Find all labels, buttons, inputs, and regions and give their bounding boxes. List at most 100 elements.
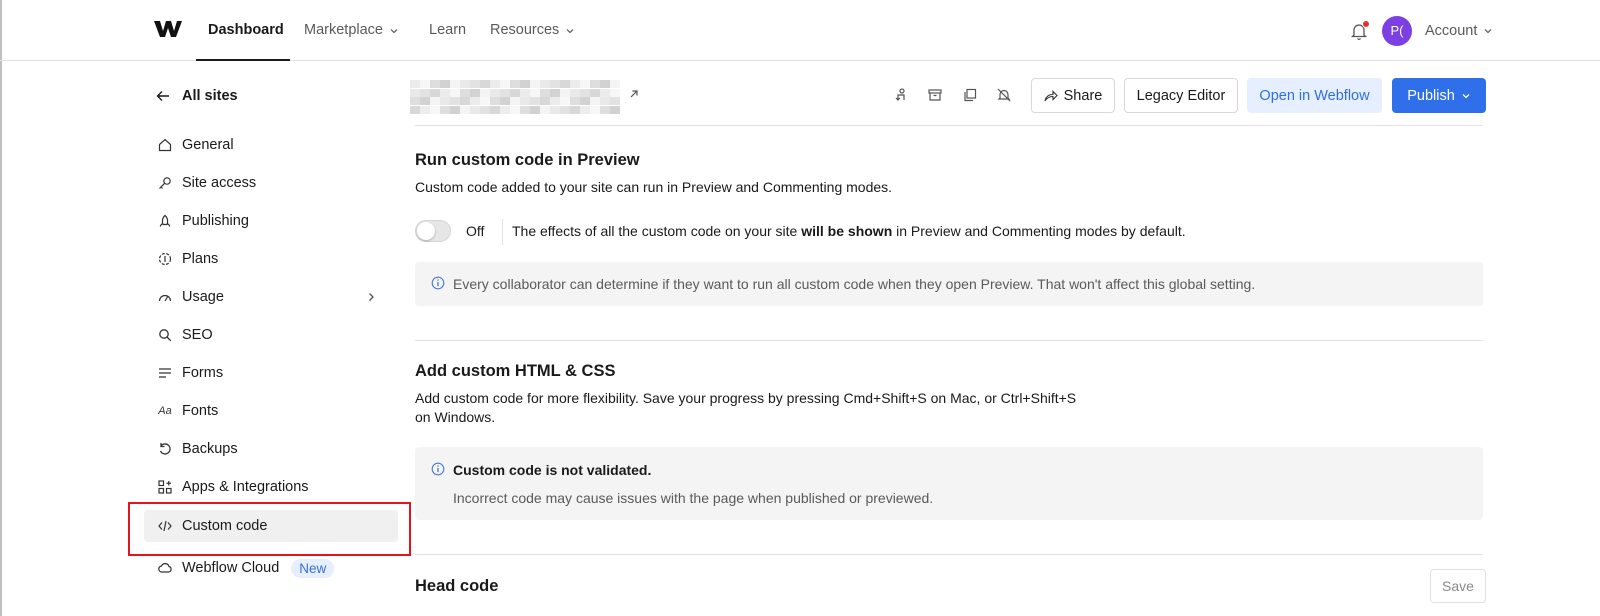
mosaic-pixel [420, 80, 430, 88]
mosaic-pixel [460, 97, 470, 105]
mosaic-pixel [430, 97, 440, 105]
sidebar-item-fonts[interactable]: Aa Fonts [144, 395, 398, 427]
share-arrow-icon [1044, 89, 1058, 101]
new-badge: New [291, 558, 335, 578]
bell-off-icon[interactable] [996, 87, 1012, 103]
mosaic-pixel [500, 80, 510, 88]
mosaic-pixel [540, 80, 550, 88]
head-code-save-button[interactable]: Save [1430, 569, 1486, 603]
sidebar-item-label: General [182, 137, 234, 153]
mosaic-pixel [480, 80, 490, 88]
account-menu[interactable]: Account [1425, 0, 1493, 61]
mosaic-pixel [560, 105, 570, 114]
sidebar-item-seo[interactable]: SEO [144, 319, 398, 351]
share-label: Share [1063, 87, 1103, 104]
publish-label: Publish [1407, 87, 1455, 104]
window-edge [0, 0, 2, 616]
mosaic-pixel [530, 88, 540, 97]
mosaic-pixel [460, 105, 470, 114]
mosaic-pixel [580, 88, 590, 97]
html-css-description-line2: on Windows. [415, 409, 496, 425]
mosaic-pixel [410, 80, 420, 88]
mosaic-pixel [560, 88, 570, 97]
chevron-down-icon [390, 28, 398, 33]
sidebar-item-label: Site access [182, 175, 257, 191]
mosaic-pixel [480, 88, 490, 97]
mosaic-pixel [580, 97, 590, 105]
sidebar-item-publishing[interactable]: Publishing [144, 205, 398, 237]
mosaic-pixel [600, 97, 610, 105]
sidebar-item-usage[interactable]: Usage [144, 281, 398, 313]
mosaic-pixel [510, 80, 520, 88]
mosaic-pixel [560, 80, 570, 88]
search-icon [158, 328, 172, 342]
mosaic-pixel [500, 88, 510, 97]
mosaic-pixel [440, 80, 450, 88]
back-to-all-sites[interactable]: All sites [156, 85, 238, 107]
info-icon [431, 462, 445, 476]
header-divider [415, 125, 1483, 126]
info-icon [431, 276, 445, 290]
nav-learn[interactable]: Learn [429, 0, 466, 61]
html-css-description-line1: Add custom code for more flexibility. Sa… [415, 390, 1077, 406]
preview-section-description: Custom code added to your site can run i… [415, 179, 893, 195]
transfer-icon[interactable] [893, 87, 909, 103]
duplicate-icon[interactable] [962, 87, 978, 103]
nav-marketplace[interactable]: Marketplace [304, 0, 399, 61]
mosaic-pixel [480, 97, 490, 105]
publish-button[interactable]: Publish [1392, 78, 1486, 113]
plans-icon [158, 252, 172, 266]
validation-notice-text: Incorrect code may cause issues with the… [453, 490, 934, 506]
mosaic-pixel [460, 88, 470, 97]
run-in-preview-toggle[interactable] [415, 220, 451, 242]
sidebar-item-forms[interactable]: Forms [144, 357, 398, 389]
mosaic-pixel [610, 105, 620, 114]
toggle-desc-bold: will be shown [801, 223, 893, 239]
legacy-editor-button[interactable]: Legacy Editor [1124, 78, 1238, 113]
avatar[interactable]: P( [1382, 16, 1412, 46]
nav-resources[interactable]: Resources [490, 0, 575, 61]
apps-icon [158, 480, 172, 494]
mosaic-pixel [510, 97, 520, 105]
mosaic-pixel [450, 97, 460, 105]
top-navigation: Dashboard Marketplace Learn Resources P(… [0, 0, 1600, 61]
mosaic-pixel [500, 97, 510, 105]
mosaic-pixel [540, 105, 550, 114]
sidebar-item-backups[interactable]: Backups [144, 433, 398, 465]
sidebar-item-webflow-cloud[interactable]: Webflow Cloud New [144, 552, 398, 584]
open-in-webflow-button[interactable]: Open in Webflow [1247, 78, 1382, 113]
mosaic-pixel [410, 88, 420, 97]
mosaic-pixel [500, 105, 510, 114]
share-button[interactable]: Share [1031, 78, 1115, 113]
section-divider [415, 554, 1483, 555]
external-link-icon[interactable] [628, 88, 640, 100]
backup-icon [158, 442, 172, 456]
mosaic-pixel [520, 88, 530, 97]
chevron-down-icon [566, 28, 574, 33]
toggle-divider [502, 219, 503, 245]
sidebar-item-label: Usage [182, 289, 224, 305]
nav-dashboard[interactable]: Dashboard [208, 0, 284, 61]
mosaic-pixel [520, 105, 530, 114]
mosaic-pixel [520, 97, 530, 105]
chevron-right-icon [369, 293, 374, 301]
sidebar-item-label: Webflow Cloud [182, 560, 280, 576]
mosaic-pixel [590, 97, 600, 105]
archive-icon[interactable] [927, 87, 943, 103]
sidebar-item-label: SEO [182, 327, 213, 343]
mosaic-pixel [610, 88, 620, 97]
mosaic-pixel [550, 97, 560, 105]
head-code-title: Head code [415, 577, 499, 595]
mosaic-pixel [440, 105, 450, 114]
mosaic-pixel [450, 80, 460, 88]
mosaic-pixel [600, 80, 610, 88]
sidebar-item-general[interactable]: General [144, 129, 398, 161]
sidebar-item-plans[interactable]: Plans [144, 243, 398, 275]
validation-notice-title: Custom code is not validated. [453, 462, 652, 478]
webflow-logo[interactable] [154, 20, 182, 38]
key-icon [158, 176, 172, 190]
sidebar-item-site-access[interactable]: Site access [144, 167, 398, 199]
sidebar-item-label: Forms [182, 365, 224, 381]
mosaic-pixel [590, 80, 600, 88]
sidebar-item-apps-integrations[interactable]: Apps & Integrations [144, 471, 398, 503]
